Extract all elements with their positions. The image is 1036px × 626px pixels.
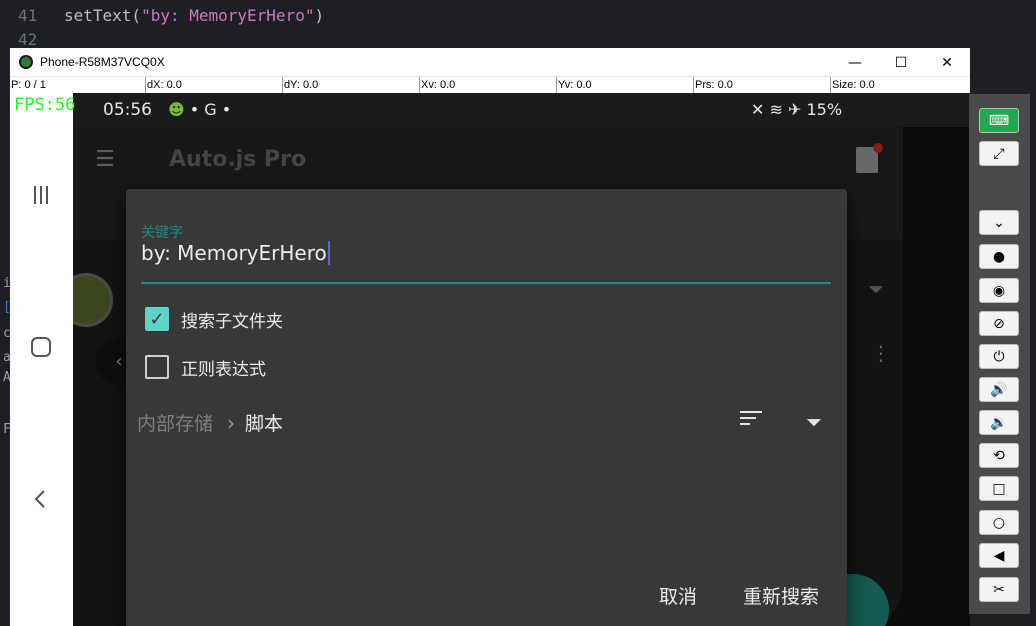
- wifi-icon: ≋: [769, 100, 783, 119]
- phone-screen[interactable]: 05:56 ☻ • G • ✕ ≋ ✈ 15% ☰ Auto.js Pro ⏷ …: [73, 93, 970, 626]
- checkbox-label: 正则表达式: [181, 359, 266, 380]
- search-dialog: 关键字 by: MemoryErHero ✓ 搜索子文件夹 正则表达式 内部存储…: [126, 189, 847, 626]
- pointer-count: P: 0 / 1: [11, 79, 46, 91]
- checkbox-label: 搜索子文件夹: [181, 311, 283, 332]
- back-icon[interactable]: [26, 484, 56, 514]
- breadcrumb: 内部存储 › 脚本: [137, 409, 283, 436]
- pointer-size: Size: 0.0: [832, 79, 875, 91]
- rotate-icon[interactable]: ⟲: [979, 443, 1019, 468]
- checkbox-unchecked-icon[interactable]: [145, 355, 169, 379]
- android-notification-icon: ☻: [168, 100, 185, 119]
- status-bar: 05:56 ☻ • G • ✕ ≋ ✈ 15%: [73, 93, 970, 127]
- airplane-icon: ✈: [788, 100, 802, 119]
- pointer-dy: dY: 0.0: [284, 79, 319, 91]
- home-icon[interactable]: [26, 332, 56, 362]
- breadcrumb-root[interactable]: 内部存储: [137, 413, 213, 435]
- filter-icon[interactable]: ⏷: [806, 410, 822, 434]
- text-cursor: [327, 241, 330, 265]
- breadcrumb-current[interactable]: 脚本: [245, 413, 283, 435]
- regex-option[interactable]: 正则表达式: [145, 354, 266, 380]
- maximize-button[interactable]: ☐: [878, 48, 924, 77]
- input-underline: [141, 282, 831, 284]
- checkbox-checked-icon[interactable]: ✓: [145, 307, 169, 331]
- sort-icon[interactable]: [740, 411, 764, 431]
- screenshot-icon[interactable]: ✂: [979, 577, 1019, 602]
- fps-counter: FPS:56: [14, 95, 76, 115]
- minimize-button[interactable]: —: [832, 48, 878, 77]
- line-number: 41: [18, 6, 38, 25]
- chevron-right-icon: ›: [227, 411, 236, 435]
- status-notification-icons: ☻ • G •: [168, 100, 232, 119]
- status-right-icons: ✕ ≋ ✈ 15%: [751, 100, 842, 119]
- pointer-pressure: Prs: 0.0: [695, 79, 733, 91]
- research-button[interactable]: 重新搜索: [743, 582, 819, 609]
- eye-off-icon[interactable]: ⊘: [979, 311, 1019, 336]
- fullscreen-icon[interactable]: ⤢: [979, 141, 1019, 166]
- record-icon[interactable]: ●: [979, 244, 1019, 269]
- expand-icon[interactable]: ⌄: [979, 210, 1019, 235]
- keyboard-icon[interactable]: ⌨: [979, 108, 1019, 133]
- mute-icon: ✕: [751, 100, 765, 119]
- code-text[interactable]: setText("by: MemoryErHero"): [64, 4, 324, 28]
- volume-up-icon[interactable]: 🔊: [979, 377, 1019, 402]
- status-time: 05:56: [103, 100, 152, 120]
- scrcpy-toolbar: ⌨ ⤢ ⌄ ● ◉ ⊘ ⏻ 🔊 🔉 ⟲ □ ○ ◀ ✂: [969, 94, 1030, 614]
- window-title: Phone-R58M37VCQ0X: [40, 55, 165, 69]
- cancel-button[interactable]: 取消: [659, 582, 697, 609]
- power-icon[interactable]: ⏻: [979, 344, 1019, 369]
- pointer-dx: dX: 0.0: [147, 79, 182, 91]
- recents-icon[interactable]: [26, 180, 56, 210]
- battery-level: 15%: [806, 100, 843, 119]
- pointer-xv: Xv: 0.0: [421, 79, 456, 91]
- keyword-input[interactable]: by: MemoryErHero: [141, 241, 330, 265]
- volume-down-icon[interactable]: 🔉: [979, 410, 1019, 435]
- keyword-label: 关键字: [141, 225, 183, 241]
- close-button[interactable]: ✕: [924, 48, 970, 77]
- phone-nav-bar: [10, 77, 73, 626]
- search-subfolders-option[interactable]: ✓ 搜索子文件夹: [145, 306, 283, 332]
- android-icon: [19, 55, 33, 69]
- back-arrow-icon[interactable]: ◀: [979, 543, 1019, 568]
- window-titlebar[interactable]: Phone-R58M37VCQ0X — ☐ ✕: [10, 48, 970, 77]
- recents-circle-icon[interactable]: ○: [979, 510, 1019, 535]
- pointer-location-overlay: P: 0 / 1 dX: 0.0 dY: 0.0 Xv: 0.0 Yv: 0.0…: [10, 77, 970, 93]
- eye-icon[interactable]: ◉: [979, 278, 1019, 303]
- scrcpy-window: Phone-R58M37VCQ0X — ☐ ✕ 05:56 ☻ • G • ✕ …: [10, 48, 970, 626]
- pointer-yv: Yv: 0.0: [558, 79, 592, 91]
- home-square-icon[interactable]: □: [979, 476, 1019, 501]
